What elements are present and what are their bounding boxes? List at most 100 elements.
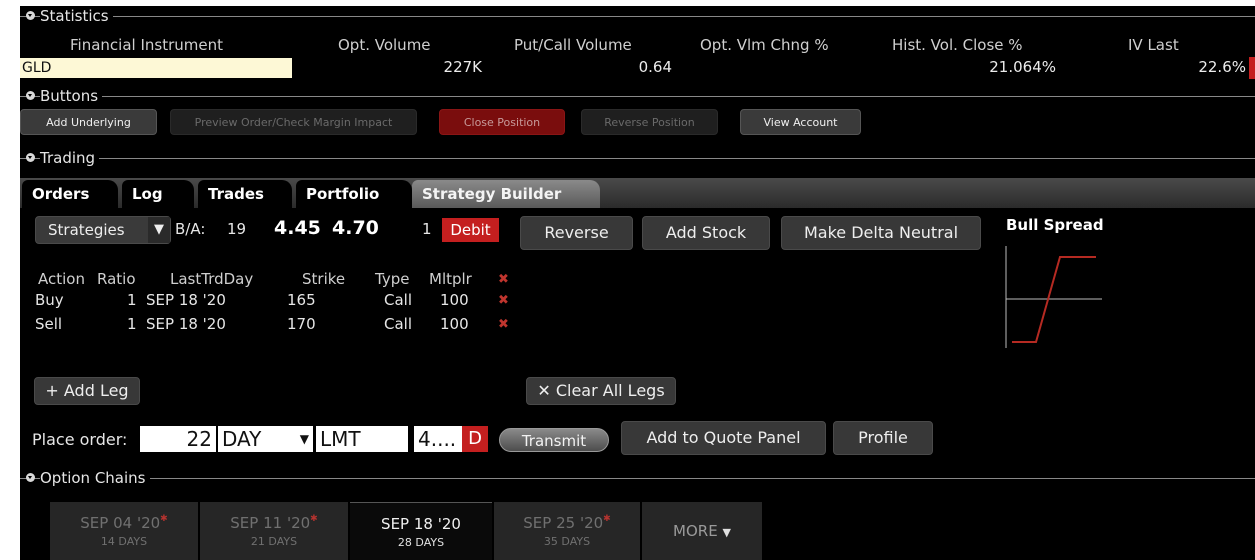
expiry-date: SEP 04 '20 (80, 514, 161, 532)
header-strike: Strike (302, 270, 346, 288)
hist-vol-value: 21.064% (989, 58, 1056, 76)
close-icon: ✕ (537, 381, 551, 400)
expiry-days: 35 DAYS (543, 535, 591, 548)
remove-leg-icon[interactable]: ✖ (498, 293, 509, 308)
transmit-button[interactable]: Transmit (499, 428, 609, 452)
leg-action: Buy (35, 291, 64, 309)
reverse-button[interactable]: Reverse (520, 216, 633, 250)
expiry-tab-sep04[interactable]: SEP 04 '20✱ 14 DAYS (50, 502, 198, 560)
close-position-button[interactable]: Close Position (439, 109, 565, 135)
expiry-tab-sep18[interactable]: SEP 18 '20 28 DAYS (350, 502, 492, 560)
collapse-triangle-icon[interactable] (26, 473, 35, 482)
header-mltplr: Mltplr (429, 270, 472, 288)
ask-price: 4.70 (332, 217, 379, 239)
leg-type: Call (384, 315, 413, 333)
remove-all-icon[interactable]: ✖ (498, 272, 509, 287)
add-stock-button[interactable]: Add Stock (642, 216, 770, 250)
expiry-date: SEP 25 '20 (523, 514, 604, 532)
order-quantity-input[interactable]: 22 (140, 426, 216, 452)
limit-price-input[interactable]: 4.... (414, 426, 462, 452)
buttons-title: Buttons (40, 86, 103, 106)
plus-icon: + (45, 381, 59, 400)
chevron-down-icon[interactable]: ▼ (148, 217, 170, 243)
header-lasttrdday: LastTrdDay (170, 270, 254, 288)
quantity-value: 1 (422, 220, 432, 238)
ba-size: 19 (227, 220, 247, 238)
iv-last-indicator (1249, 57, 1255, 79)
debit-badge: Debit (442, 218, 499, 242)
chevron-down-icon: ▼ (722, 526, 731, 539)
header-type: Type (375, 270, 410, 288)
instrument-input[interactable]: GLD (20, 58, 292, 78)
tws-window: Statistics Financial Instrument Opt. Vol… (20, 6, 1255, 560)
star-icon: ✱ (310, 514, 318, 524)
add-to-quote-panel-button[interactable]: Add to Quote Panel (621, 421, 826, 455)
ba-label: B/A: (175, 220, 206, 238)
expiry-days: 28 DAYS (397, 536, 445, 549)
clear-all-legs-label: Clear All Legs (555, 381, 665, 400)
opt-volume-label: Opt. Volume (338, 36, 431, 54)
add-leg-button[interactable]: + Add Leg (34, 377, 140, 405)
tab-orders[interactable]: Orders (22, 180, 118, 208)
bull-spread-title: Bull Spread (1006, 216, 1104, 234)
option-chains-header[interactable]: Option Chains (20, 468, 1255, 488)
tab-trades[interactable]: Trades (198, 180, 292, 208)
leg-lasttrdday: SEP 18 '20 (146, 315, 226, 333)
iv-last-value: 22.6% (1198, 58, 1246, 76)
reverse-position-button[interactable]: Reverse Position (581, 109, 718, 135)
leg-type: Call (384, 291, 413, 309)
more-expiries-button[interactable]: MORE ▼ (642, 502, 762, 560)
make-delta-neutral-button[interactable]: Make Delta Neutral (781, 216, 981, 250)
strategies-dropdown[interactable]: Strategies ▼ (35, 216, 171, 244)
expiry-date: SEP 11 '20 (230, 514, 311, 532)
header-ratio: Ratio (97, 270, 136, 288)
expiry-days: 14 DAYS (100, 535, 148, 548)
expiry-tab-sep11[interactable]: SEP 11 '20✱ 21 DAYS (200, 502, 348, 560)
collapse-triangle-icon[interactable] (26, 153, 35, 162)
tab-log[interactable]: Log (122, 180, 194, 208)
tab-strategy-builder[interactable]: Strategy Builder (412, 180, 600, 208)
leg-strike: 165 (287, 291, 316, 309)
leg-strike: 170 (287, 315, 316, 333)
bid-price: 4.45 (274, 217, 321, 239)
statistics-header[interactable]: Statistics (20, 6, 1255, 26)
star-icon: ✱ (603, 514, 611, 524)
leg-ratio: 1 (127, 291, 137, 309)
expiry-date: SEP 18 '20 (381, 515, 461, 533)
hist-vol-label: Hist. Vol. Close % (892, 36, 1023, 54)
instrument-label: Financial Instrument (70, 36, 223, 54)
leg-lasttrdday: SEP 18 '20 (146, 291, 226, 309)
preview-order-button[interactable]: Preview Order/Check Margin Impact (170, 109, 417, 135)
collapse-triangle-icon[interactable] (26, 91, 35, 100)
buttons-header[interactable]: Buttons (20, 86, 1255, 106)
put-call-value: 0.64 (638, 58, 672, 76)
header-action: Action (38, 270, 85, 288)
trading-title: Trading (40, 148, 100, 168)
collapse-triangle-icon[interactable] (26, 11, 35, 20)
vlm-chng-label: Opt. Vlm Chng % (700, 36, 829, 54)
statistics-title: Statistics (40, 6, 113, 26)
view-account-button[interactable]: View Account (740, 109, 861, 135)
chevron-down-icon[interactable]: ▼ (300, 426, 309, 452)
remove-leg-icon[interactable]: ✖ (498, 317, 509, 332)
tab-portfolio[interactable]: Portfolio (296, 180, 412, 208)
put-call-label: Put/Call Volume (514, 36, 632, 54)
expiry-days: 21 DAYS (250, 535, 298, 548)
more-label: MORE (673, 522, 718, 540)
trading-header[interactable]: Trading (20, 148, 1255, 168)
star-icon: ✱ (160, 514, 168, 524)
debit-side-indicator: D (462, 426, 488, 452)
leg-multiplier: 100 (440, 315, 469, 333)
opt-volume-value: 227K (443, 58, 482, 76)
profile-button[interactable]: Profile (833, 421, 933, 455)
clear-all-legs-button[interactable]: ✕ Clear All Legs (526, 377, 676, 405)
strategies-label: Strategies (48, 221, 125, 239)
iv-last-label: IV Last (1128, 36, 1179, 54)
tif-select[interactable]: DAY ▼ (218, 426, 313, 452)
leg-multiplier: 100 (440, 291, 469, 309)
add-underlying-button[interactable]: Add Underlying (20, 109, 157, 135)
add-leg-label: Add Leg (63, 381, 129, 400)
expiry-tab-sep25[interactable]: SEP 25 '20✱ 35 DAYS (494, 502, 640, 560)
leg-ratio: 1 (127, 315, 137, 333)
order-type-input[interactable]: LMT (316, 426, 408, 452)
